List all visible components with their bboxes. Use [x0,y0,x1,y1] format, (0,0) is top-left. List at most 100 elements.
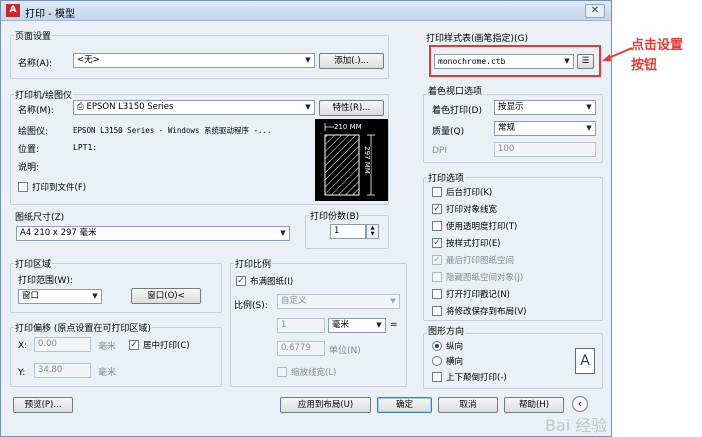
chevron-down-icon: ▼ [586,103,592,111]
chevron-left-icon: ‹ [577,397,583,410]
paper-preview [315,119,388,201]
page-setup-title: 页面设置 [14,29,53,42]
printer-name-label: 名称(M): [18,106,54,116]
plot-paperspace-last-checkbox[interactable]: ✓ [432,255,442,265]
offset-y-unit: 毫米 [98,368,117,378]
annotation-arrow [602,47,633,61]
print-range-select[interactable]: 窗口 ▼ [18,289,102,304]
print-offset-group [10,327,222,387]
scale-value2-input[interactable]: 0.6779 [277,341,325,356]
copies-input[interactable]: 1 [330,224,366,239]
dpi-input[interactable]: 100 [494,142,596,157]
preview-width-label: 210 MM [334,123,362,131]
print-offset-title: 打印偏移 (原点设置在可打印区域) [14,321,152,334]
upside-down-label: 上下颠倒打印(-) [446,373,507,383]
window-title: 打印 - 模型 [25,9,75,20]
description-label: 说明: [18,163,40,173]
print-area-title: 打印区域 [14,257,53,270]
orientation-title: 图形方向 [427,324,466,337]
dpi-label: DPI [432,146,448,156]
apply-to-layout-button[interactable]: 应用到布局(U) [280,397,371,413]
orientation-page-icon: A [575,348,595,374]
watermark: Bai 经验 [545,416,608,435]
hide-paperspace-objects-checkbox[interactable] [432,272,442,282]
scale-lineweights-checkbox[interactable] [277,367,287,377]
quality-select[interactable]: 常规 ▼ [494,121,596,136]
scale-select[interactable]: 自定义 ▼ [277,294,400,309]
paper-size-title: 图纸尺寸(Z) [14,210,66,223]
plotter-label: 绘图仪: [18,127,49,137]
paper-preview-drawing [324,123,375,196]
page-setup-name-value: <无> [77,55,100,65]
landscape-radio[interactable] [432,356,442,366]
print-range-value: 窗口 [22,291,40,301]
center-plot-checkbox[interactable]: ✓ [129,340,139,350]
plot-lineweights-checkbox[interactable]: ✓ [432,204,442,214]
add-page-setup-button[interactable]: 添加(.)... [319,53,384,69]
paper-size-select[interactable]: A4 210 x 297 毫米 ▼ [16,226,290,241]
plot-transparency-label: 使用透明度打印(T) [446,222,518,232]
printer-properties-button[interactable]: 特性(R)... [319,100,384,116]
fit-to-paper-checkbox[interactable]: ✓ [236,276,246,286]
hide-paperspace-objects-label: 隐藏图纸空间对象(J) [446,273,524,283]
save-changes-to-layout-label: 将修改保存到布局(V) [446,307,527,317]
copies-title: 打印份数(B) [309,209,361,222]
plot-paperspace-last-label: 最后打印图纸空间 [446,256,515,266]
portrait-label: 纵向 [446,342,464,352]
help-button[interactable]: 帮助(H) [504,397,564,413]
scale-value2: 0.6779 [281,343,311,353]
chevron-down-icon: ▼ [390,297,396,305]
scale-value: 自定义 [281,296,307,306]
quality-label: 质量(Q) [432,127,465,137]
plot-with-styles-label: 按样式打印(E) [446,239,501,249]
location-value: LPT1: [73,143,98,152]
annotation-text-line2: 按钮 [631,58,658,73]
print-to-file-checkbox[interactable] [18,182,28,192]
save-changes-to-layout-checkbox[interactable] [432,306,442,316]
offset-y-label: Y: [18,368,26,378]
printer-title: 打印机/绘图仪 [14,88,74,101]
annotation-highlight-box [429,45,601,77]
upside-down-checkbox[interactable] [432,372,442,382]
background-plot-checkbox[interactable] [432,187,442,197]
page-setup-name-select[interactable]: <无> ▼ [73,53,315,68]
print-dialog: A 打印 - 模型 ✕ 页面设置 名称(A): <无> ▼ 添加(.)... 打… [0,0,612,437]
portrait-radio[interactable] [432,341,442,351]
copies-value: 1 [334,226,340,236]
title-bar: A 打印 - 模型 ✕ [1,1,611,21]
shade-plot-select[interactable]: 按显示 ▼ [494,100,596,115]
dpi-value: 100 [498,144,515,154]
annotation-text-line1: 点击设置 [631,38,684,53]
scale-value1: 1 [281,320,287,330]
print-range-label: 打印范围(W): [18,276,73,286]
close-button[interactable]: ✕ [585,4,605,18]
plotter-value: EPSON L3150 Series - Windows 系统驱动程序 -... [73,126,272,135]
chevron-down-icon: ▼ [586,124,592,132]
preview-height-label: 297 MM [362,146,371,174]
orientation-icon-letter: A [580,353,590,369]
scale-value1-input[interactable]: 1 [277,318,325,333]
collapse-options-button[interactable]: ‹ [572,396,588,412]
background-plot-label: 后台打印(K) [446,188,493,198]
print-to-file-label: 打印到文件(F) [32,183,87,193]
landscape-label: 横向 [446,357,464,367]
chevron-down-icon: ▼ [305,103,311,111]
ok-button[interactable]: 确定 [377,397,432,413]
plot-with-styles-checkbox[interactable]: ✓ [432,238,442,248]
offset-x-value: 0.00 [38,339,57,349]
scale-label: 比例(S): [234,301,268,311]
plot-style-title: 打印样式表(画笔指定)(G) [425,31,530,44]
plot-transparency-checkbox[interactable] [432,221,442,231]
plot-stamp-checkbox[interactable] [432,289,442,299]
center-plot-label: 居中打印(C) [143,341,190,351]
preview-button[interactable]: 预览(P)... [13,397,73,413]
cancel-button[interactable]: 取消 [438,397,498,413]
offset-y-input[interactable]: 34.80 [34,363,91,378]
plot-options-title: 打印选项 [427,171,466,184]
printer-name-select[interactable]: ⎙ EPSON L3150 Series ▼ [73,100,315,115]
scale-unit-select[interactable]: 毫米 ▼ [328,318,386,333]
select-window-button[interactable]: 窗口(O)< [131,288,201,304]
shaded-viewport-title: 着色视口选项 [427,84,484,97]
copies-spinner[interactable]: ▲ ▼ [366,224,379,239]
offset-x-input[interactable]: 0.00 [34,337,91,352]
